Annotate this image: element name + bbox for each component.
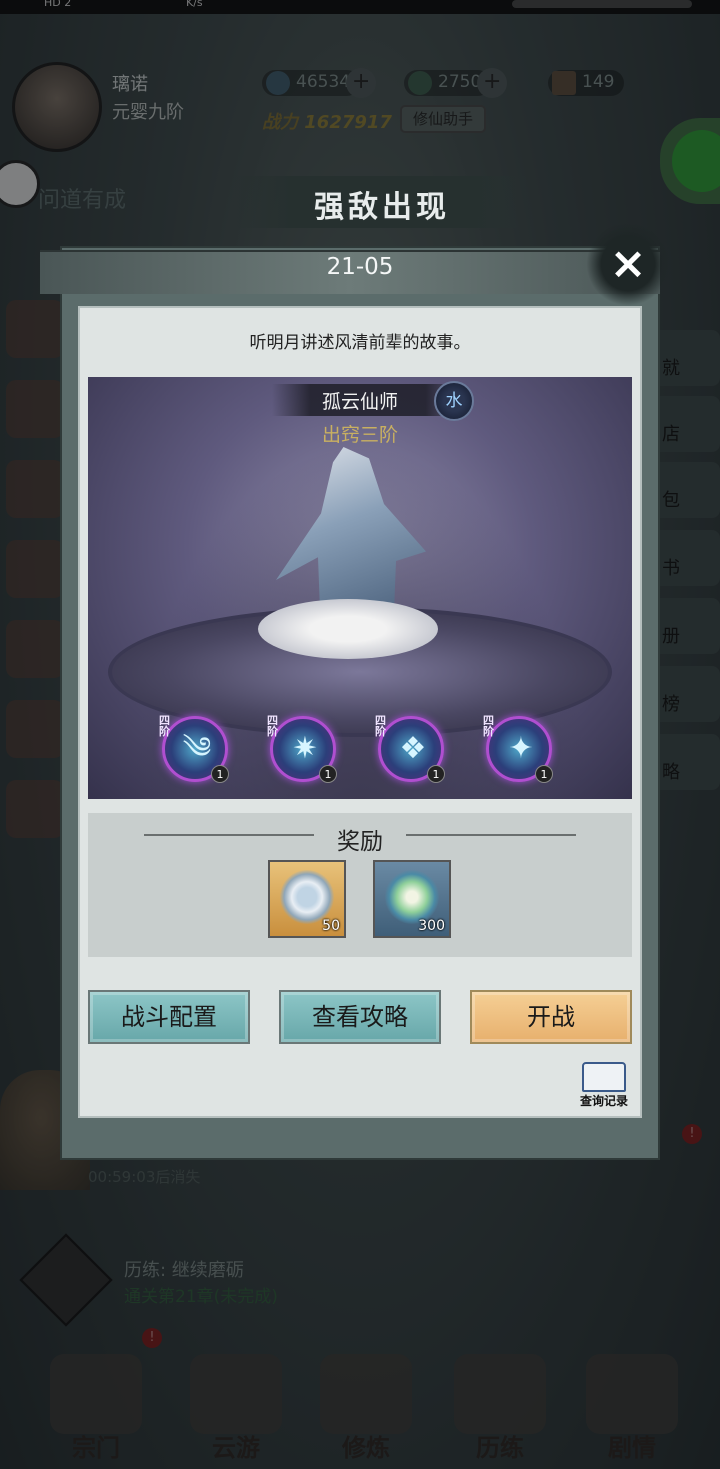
start-battle-button[interactable]: 开战 — [470, 990, 632, 1044]
skill-level: 1 — [211, 765, 229, 783]
boss-realm: 出窍三阶 — [321, 424, 398, 446]
stage-description: 听明月讲述风清前辈的故事。 — [249, 333, 471, 353]
ice-crystal-icon: ✦ — [508, 731, 534, 766]
close-icon[interactable]: × — [586, 222, 670, 306]
spirit-swirl-icon — [385, 870, 439, 924]
jade-ring-icon — [280, 870, 334, 924]
reward-title: 奖励 — [337, 829, 383, 855]
view-guide-button[interactable]: 查看攻略 — [279, 990, 441, 1044]
skill-slot[interactable]: ❖ 四阶 1 — [375, 714, 445, 783]
dialog-header-title: 强敌出现 — [314, 190, 450, 225]
battle-config-button[interactable]: 战斗配置 — [88, 990, 250, 1044]
skill-tier: 四阶 — [483, 714, 494, 738]
reward-item[interactable]: 300 — [373, 860, 451, 938]
reward-item[interactable]: 50 — [268, 860, 346, 938]
ice-burst-icon: ✷ — [292, 731, 318, 766]
skill-slot[interactable]: ༄ 四阶 1 — [159, 714, 229, 783]
ice-shard-icon: ❖ — [399, 731, 427, 766]
skill-slot[interactable]: ✦ 四阶 1 — [483, 714, 553, 783]
skill-tier: 四阶 — [375, 714, 386, 738]
query-record-button[interactable]: 查询记录 — [570, 1062, 638, 1114]
skill-slot[interactable]: ✷ 四阶 1 — [267, 714, 337, 783]
skill-tier: 四阶 — [159, 714, 170, 738]
skill-level: 1 — [535, 765, 553, 783]
book-icon — [582, 1062, 626, 1092]
reward-count: 50 — [322, 918, 340, 934]
boss-name: 孤云仙师 — [321, 391, 398, 413]
wind-swirl-icon: ༄ — [182, 731, 212, 766]
query-record-label: 查询记录 — [579, 1094, 628, 1108]
skill-level: 1 — [319, 765, 337, 783]
water-element-icon: 水 — [434, 381, 474, 421]
reward-count: 300 — [418, 918, 445, 934]
cloud-base — [258, 599, 438, 659]
skill-tier: 四阶 — [267, 714, 278, 738]
skill-level: 1 — [427, 765, 445, 783]
dialog-banner: 强敌出现 — [232, 176, 532, 228]
